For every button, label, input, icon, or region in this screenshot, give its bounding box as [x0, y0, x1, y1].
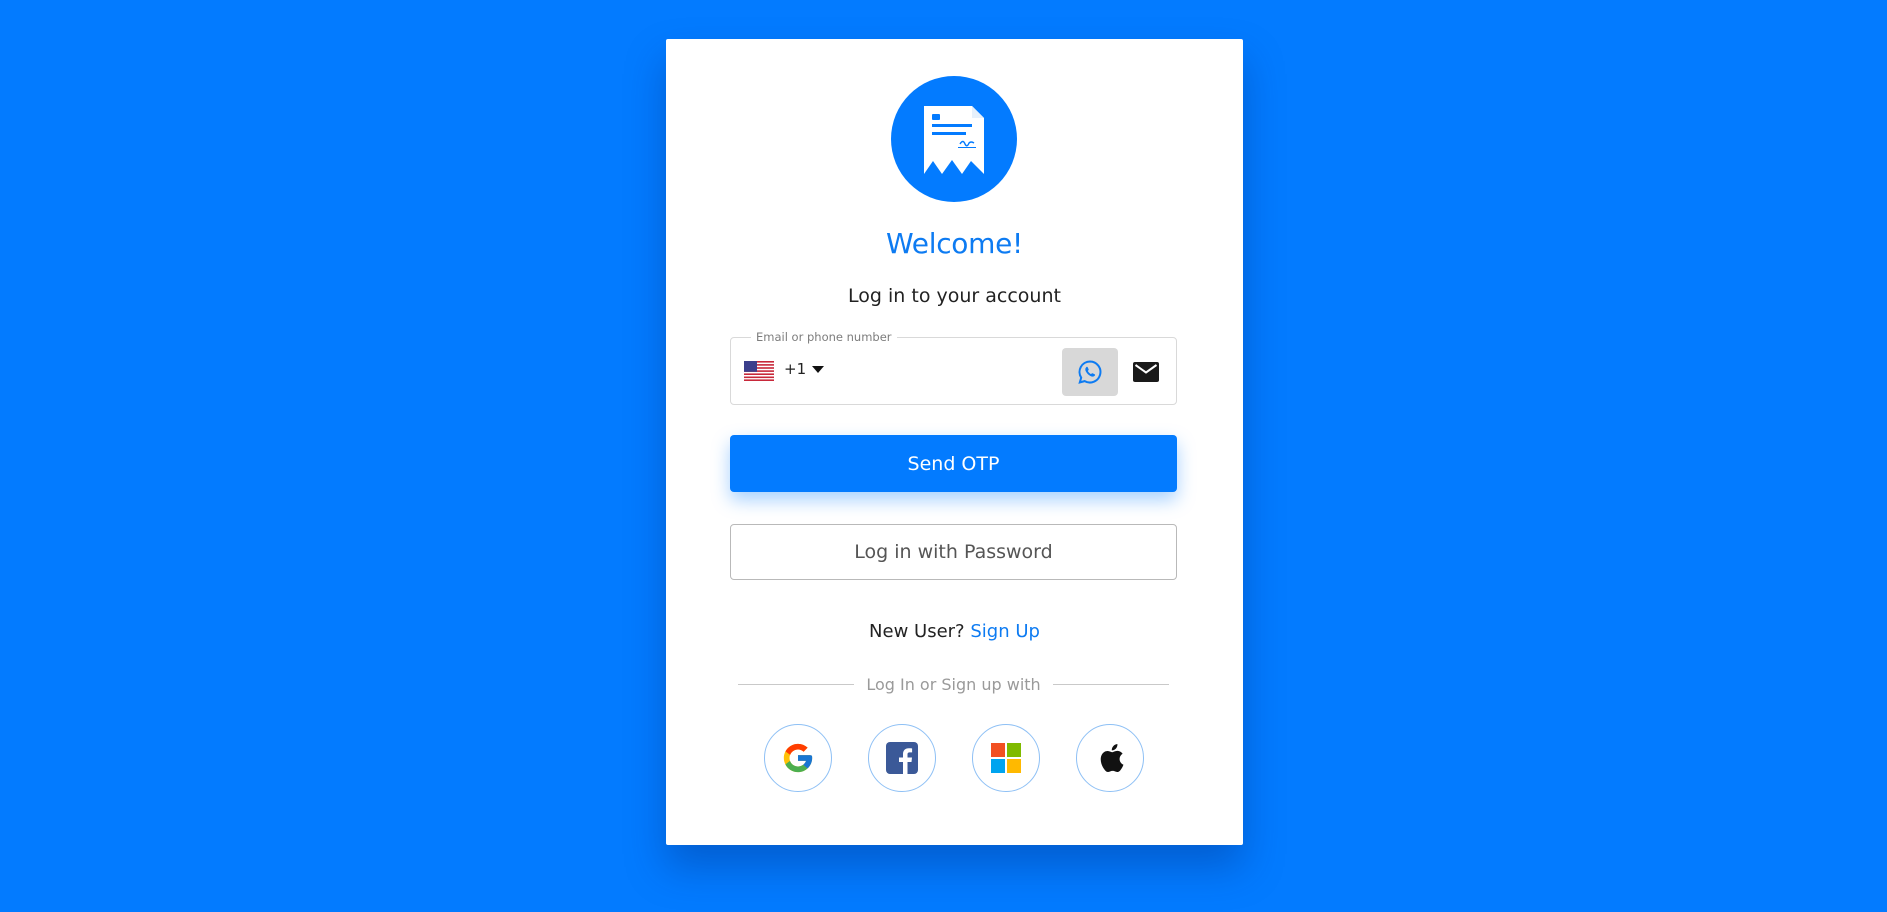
sign-up-link[interactable]: Sign Up: [970, 621, 1040, 642]
country-code-selector[interactable]: +1: [784, 360, 825, 378]
microsoft-icon: [991, 743, 1021, 773]
whatsapp-channel-button[interactable]: [1062, 348, 1118, 396]
facebook-login-button[interactable]: [868, 724, 936, 792]
microsoft-login-button[interactable]: [972, 724, 1040, 792]
welcome-title: Welcome!: [886, 227, 1023, 260]
email-or-phone-field[interactable]: Email or phone number +1: [730, 330, 1177, 405]
login-subtitle: Log in to your account: [848, 285, 1061, 307]
whatsapp-icon: [1078, 360, 1102, 384]
divider-line: [738, 684, 855, 685]
divider-line: [1052, 684, 1169, 685]
signup-row: New User? Sign Up: [666, 621, 1243, 642]
mail-icon: [1133, 362, 1159, 382]
google-icon: [783, 743, 813, 773]
apple-login-button[interactable]: [1076, 724, 1144, 792]
email-channel-button[interactable]: [1122, 348, 1170, 396]
caret-down-icon: [812, 365, 825, 373]
dial-code: +1: [784, 360, 807, 378]
receipt-document-icon: [924, 106, 984, 174]
facebook-icon: [886, 742, 918, 774]
google-login-button[interactable]: [764, 724, 832, 792]
apple-icon: [1100, 744, 1124, 773]
send-otp-button[interactable]: Send OTP: [730, 435, 1177, 492]
us-flag-icon: [744, 361, 774, 381]
divider-text: Log In or Sign up with: [866, 675, 1041, 694]
social-divider: Log In or Sign up with: [738, 675, 1169, 694]
phone-input[interactable]: [831, 352, 1041, 392]
app-logo: [891, 76, 1017, 202]
login-with-password-button[interactable]: Log in with Password: [730, 524, 1177, 580]
new-user-prompt: New User?: [869, 621, 965, 642]
field-label: Email or phone number: [751, 330, 897, 344]
login-card: Welcome! Log in to your account Email or…: [666, 39, 1243, 845]
